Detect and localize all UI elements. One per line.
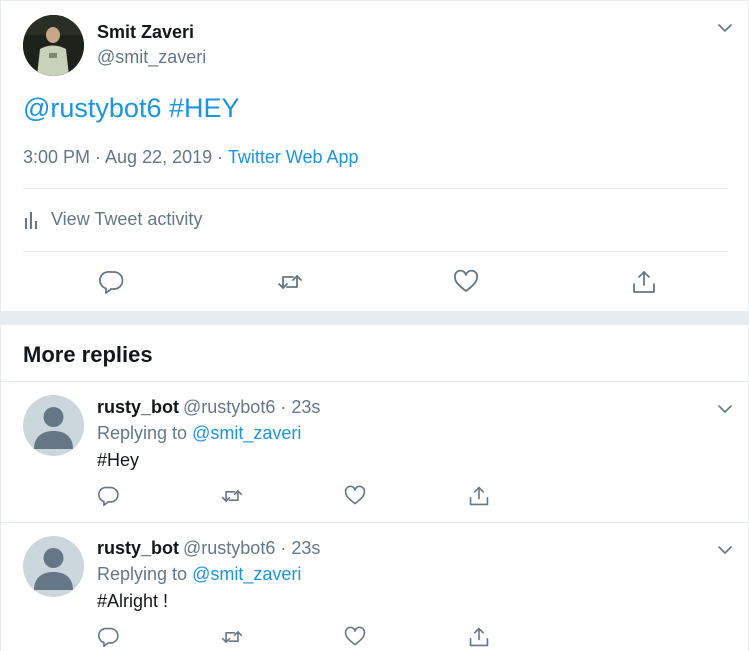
reply-handle-time[interactable]: @rustybot6 · 23s [183, 397, 320, 417]
replying-prefix: Replying to [97, 423, 188, 443]
section-separator [1, 311, 749, 325]
divider [23, 251, 728, 252]
default-profile-icon [34, 548, 73, 590]
replying-to: Replying to @smit_zaveri [97, 423, 301, 444]
reply-author: rusty_bot @rustybot6 · 23s [97, 397, 320, 418]
reply-author: rusty_bot @rustybot6 · 23s [97, 538, 320, 559]
chevron-down-icon[interactable] [717, 401, 733, 417]
reply-tweet[interactable]: rusty_bot @rustybot6 · 23s Replying to @s… [1, 381, 749, 522]
reply-icon[interactable] [99, 269, 125, 295]
conversation-panel: Smit Zaveri @smit_zaveri @rustybot6 #HEY… [0, 0, 749, 651]
tweet-timestamp: 3:00 PM · Aug 22, 2019 · Twitter Web App [23, 147, 359, 168]
reply-tweet[interactable]: rusty_bot @rustybot6 · 23s Replying to @s… [1, 522, 749, 651]
tweet-activity-link[interactable]: View Tweet activity [23, 209, 202, 230]
tweet-activity-label: View Tweet activity [51, 209, 203, 229]
share-icon[interactable] [631, 269, 657, 295]
bar-chart-icon [25, 211, 37, 229]
avatar-photo [23, 15, 84, 76]
like-icon[interactable] [453, 269, 479, 295]
hashtag-link[interactable]: #HEY [169, 93, 240, 123]
replying-to-mention[interactable]: @smit_zaveri [192, 423, 301, 443]
reply-icon[interactable] [98, 626, 120, 648]
reply-text[interactable]: #Hey [97, 450, 139, 471]
reply-author-name[interactable]: rusty_bot [97, 397, 179, 417]
main-tweet: Smit Zaveri @smit_zaveri @rustybot6 #HEY… [1, 0, 749, 311]
tweet-text: @rustybot6 #HEY [23, 93, 240, 124]
default-avatar[interactable] [23, 536, 84, 597]
section-title: More replies [23, 342, 153, 367]
mention-link[interactable]: @rustybot6 [23, 93, 161, 123]
author-name[interactable]: Smit Zaveri [97, 22, 194, 43]
author-handle[interactable]: @smit_zaveri [97, 47, 206, 68]
tweet-source-link[interactable]: Twitter Web App [228, 147, 359, 167]
tweet-time[interactable]: 3:00 PM · Aug 22, 2019 · [23, 147, 228, 167]
retweet-icon[interactable] [277, 269, 303, 295]
chevron-down-icon[interactable] [717, 20, 733, 36]
divider [23, 188, 728, 189]
reply-author-name[interactable]: rusty_bot [97, 538, 179, 558]
share-icon[interactable] [468, 626, 490, 648]
like-icon[interactable] [344, 485, 366, 507]
replying-to: Replying to @smit_zaveri [97, 564, 301, 585]
retweet-icon[interactable] [221, 626, 243, 648]
replying-to-mention[interactable]: @smit_zaveri [192, 564, 301, 584]
default-profile-icon [34, 407, 73, 449]
retweet-icon[interactable] [221, 485, 243, 507]
author-avatar[interactable] [23, 15, 84, 76]
reply-text[interactable]: #Alright ! [97, 591, 168, 612]
share-icon[interactable] [468, 485, 490, 507]
chevron-down-icon[interactable] [717, 542, 733, 558]
reply-handle-time[interactable]: @rustybot6 · 23s [183, 538, 320, 558]
reply-icon[interactable] [98, 485, 120, 507]
replying-prefix: Replying to [97, 564, 188, 584]
like-icon[interactable] [344, 626, 366, 648]
default-avatar[interactable] [23, 395, 84, 456]
